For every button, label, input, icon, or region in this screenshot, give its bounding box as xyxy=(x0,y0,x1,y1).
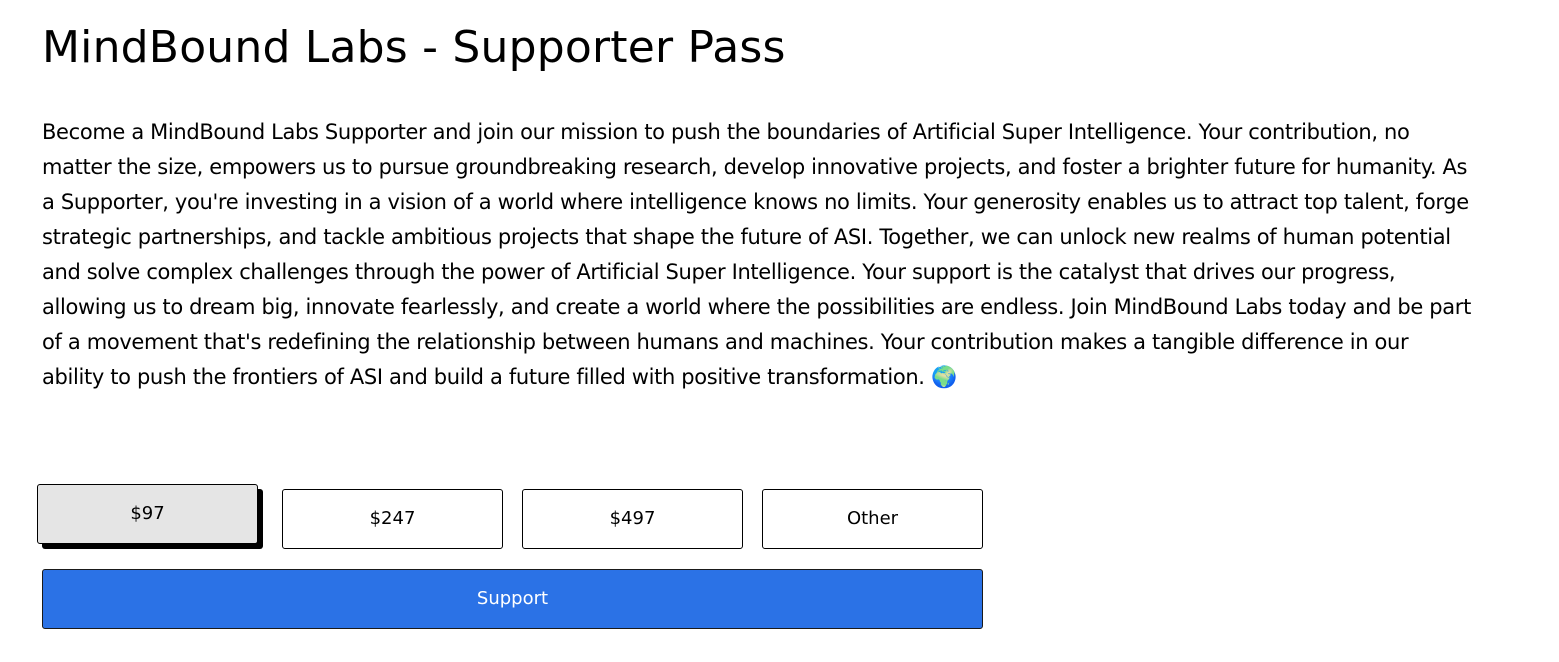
description-text: Become a MindBound Labs Supporter and jo… xyxy=(42,120,1471,389)
amount-option-97[interactable]: $97 xyxy=(37,484,258,544)
amount-option-497[interactable]: $497 xyxy=(522,489,743,549)
page-title: MindBound Labs - Supporter Pass xyxy=(42,22,786,73)
amount-option-247[interactable]: $247 xyxy=(282,489,503,549)
amount-option-other[interactable]: Other xyxy=(762,489,983,549)
support-button[interactable]: Support xyxy=(42,569,983,629)
